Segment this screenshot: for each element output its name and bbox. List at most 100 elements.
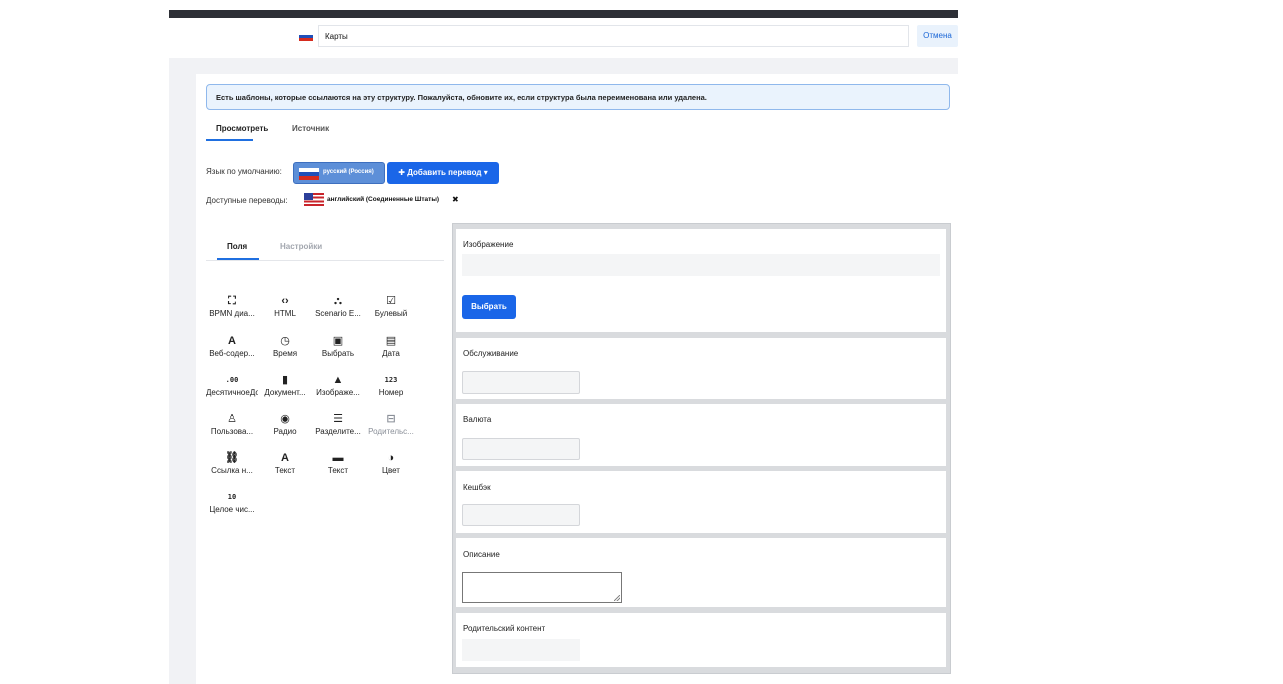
palette-item[interactable]: A Веб-содер...	[206, 335, 258, 358]
palette-item-label: Разделите...	[315, 427, 361, 436]
default-language-value: русский (Россия)	[323, 169, 374, 175]
link-icon: ⛓	[225, 452, 239, 464]
scenario-icon: ⛬	[334, 295, 342, 307]
palette-item-label: HTML	[274, 309, 296, 318]
cancel-button[interactable]: Отмена	[917, 25, 958, 47]
palette-item-label: Изображе...	[316, 388, 360, 397]
palette-item[interactable]: ▮ Документ...	[259, 374, 311, 397]
service-input[interactable]	[462, 371, 580, 394]
palette-item-label: Текст	[274, 466, 296, 475]
palette-item-label: Булевый	[374, 309, 408, 318]
currency-field-card: Валюта	[456, 404, 946, 466]
translation-english[interactable]: английский (Соединенные Штаты)	[327, 196, 439, 203]
add-translation-button[interactable]: ✚ Добавить перевод ▾	[387, 162, 499, 184]
palette-item-label: Пользова...	[210, 427, 254, 436]
tab-view-indicator	[206, 139, 253, 141]
palette-item[interactable]: ♙ Пользова...	[206, 413, 258, 436]
palette-item[interactable]: ☰ Разделите...	[312, 413, 364, 436]
rich-text-icon: A	[228, 335, 236, 347]
palette-item-label: Родительс...	[368, 427, 414, 436]
palette-item[interactable]: ▬ Текст	[312, 452, 364, 475]
tab-settings[interactable]: Настройки	[280, 242, 322, 251]
text-icon: A	[281, 452, 289, 464]
tab-fields-indicator	[217, 258, 259, 260]
palette-item[interactable]: ▤ Дата	[365, 335, 417, 358]
description-field-label: Описание	[463, 550, 500, 559]
parent-content-area	[462, 639, 580, 661]
user-icon: ♙	[227, 413, 237, 425]
number-icon: 123	[384, 376, 398, 384]
description-textarea[interactable]	[462, 572, 622, 603]
image-field-label: Изображение	[463, 240, 514, 249]
sidebar-tabs-divider	[206, 260, 444, 261]
palette-item-label: Номер	[378, 388, 404, 397]
russian-flag-icon	[299, 32, 313, 41]
document-icon: ▮	[281, 374, 289, 386]
resize-handle-icon[interactable]	[614, 595, 620, 601]
palette-item-label: Документ...	[264, 388, 306, 397]
radio-icon: ◉	[280, 413, 290, 425]
palette-item[interactable]: ▣ Выбрать	[312, 335, 364, 358]
cashback-field-card: Кешбэк	[456, 471, 946, 533]
palette-item-label: Ссылка н...	[211, 466, 253, 475]
palette-item-label: Текст	[327, 466, 349, 475]
palette-item[interactable]: ‹› HTML	[259, 295, 311, 318]
service-field-label: Обслуживание	[463, 349, 519, 358]
palette-item[interactable]: 123 Номер	[365, 374, 417, 397]
palette-item[interactable]: A Текст	[259, 452, 311, 475]
decimal-icon: .00	[225, 376, 239, 384]
us-flag-icon	[304, 193, 324, 206]
parent-icon: ⊟	[386, 413, 396, 425]
palette-item-label: Цвет	[382, 466, 400, 475]
image-preview-area	[462, 254, 940, 276]
available-translations-label: Доступные переводы:	[206, 196, 288, 205]
default-language-button[interactable]: русский (Россия)	[293, 162, 385, 184]
russian-flag-icon	[299, 168, 319, 180]
tab-fields[interactable]: Поля	[227, 242, 247, 251]
currency-input[interactable]	[462, 438, 580, 460]
default-language-label: Язык по умолчанию:	[206, 167, 282, 176]
tab-source[interactable]: Источник	[292, 124, 329, 133]
tab-view[interactable]: Просмотреть	[216, 124, 268, 133]
structure-name-input[interactable]: Карты	[318, 25, 909, 47]
service-field-card: Обслуживание	[456, 338, 946, 399]
palette-item[interactable]: ◷ Время	[259, 335, 311, 358]
palette-item-label: Scenario E...	[315, 309, 361, 318]
palette-item[interactable]: ▲ Изображе...	[312, 374, 364, 397]
palette-item-label: BPMN диа...	[209, 309, 255, 318]
palette-item[interactable]: ◑ Цвет	[365, 452, 417, 475]
palette-item[interactable]: ☑ Булевый	[365, 295, 417, 318]
parent-content-label: Родительский контент	[463, 624, 546, 633]
palette-item-label: Выбрать	[321, 349, 355, 358]
palette-item[interactable]: ⛓ Ссылка н...	[206, 452, 258, 475]
integer-icon: 10	[227, 493, 237, 501]
palette-item-label: Радио	[273, 427, 297, 436]
separator-icon: ☰	[333, 413, 343, 425]
palette-item-label: ДесятичноеДокумент...	[206, 388, 258, 397]
structure-name-row: Карты Отмена	[169, 25, 958, 49]
bpmn-icon: ⛶	[228, 295, 236, 307]
html-icon: ‹›	[281, 295, 289, 307]
palette-item-label: Время	[272, 349, 298, 358]
remove-translation-icon[interactable]: ✖	[452, 195, 459, 204]
palette-item[interactable]: ⛶ BPMN диа...	[206, 295, 258, 318]
color-icon: ◑	[387, 452, 395, 464]
description-field-card: Описание	[456, 538, 946, 607]
cashback-input[interactable]	[462, 504, 580, 526]
checkbox-icon: ☑	[386, 295, 396, 307]
info-alert: Есть шаблоны, которые ссылаются на эту с…	[206, 84, 950, 110]
palette-item-label: Веб-содер...	[209, 349, 255, 358]
image-field-card: Изображение Выбрать	[456, 229, 946, 332]
palette-item[interactable]: ⊟ Родительс...	[365, 413, 417, 436]
palette-item[interactable]: ⛬ Scenario E...	[312, 295, 364, 318]
top-toolbar	[169, 10, 958, 18]
image-select-button[interactable]: Выбрать	[462, 295, 516, 319]
palette-item[interactable]: ◉ Радио	[259, 413, 311, 436]
clock-icon: ◷	[280, 335, 290, 347]
cashback-field-label: Кешбэк	[463, 483, 491, 492]
palette-item[interactable]: 10 Целое чис...	[206, 491, 258, 514]
image-icon: ▲	[332, 374, 344, 386]
text-box-icon: ▬	[332, 452, 344, 464]
calendar-icon: ▤	[385, 335, 397, 347]
palette-item[interactable]: .00 ДесятичноеДокумент...	[206, 374, 258, 397]
